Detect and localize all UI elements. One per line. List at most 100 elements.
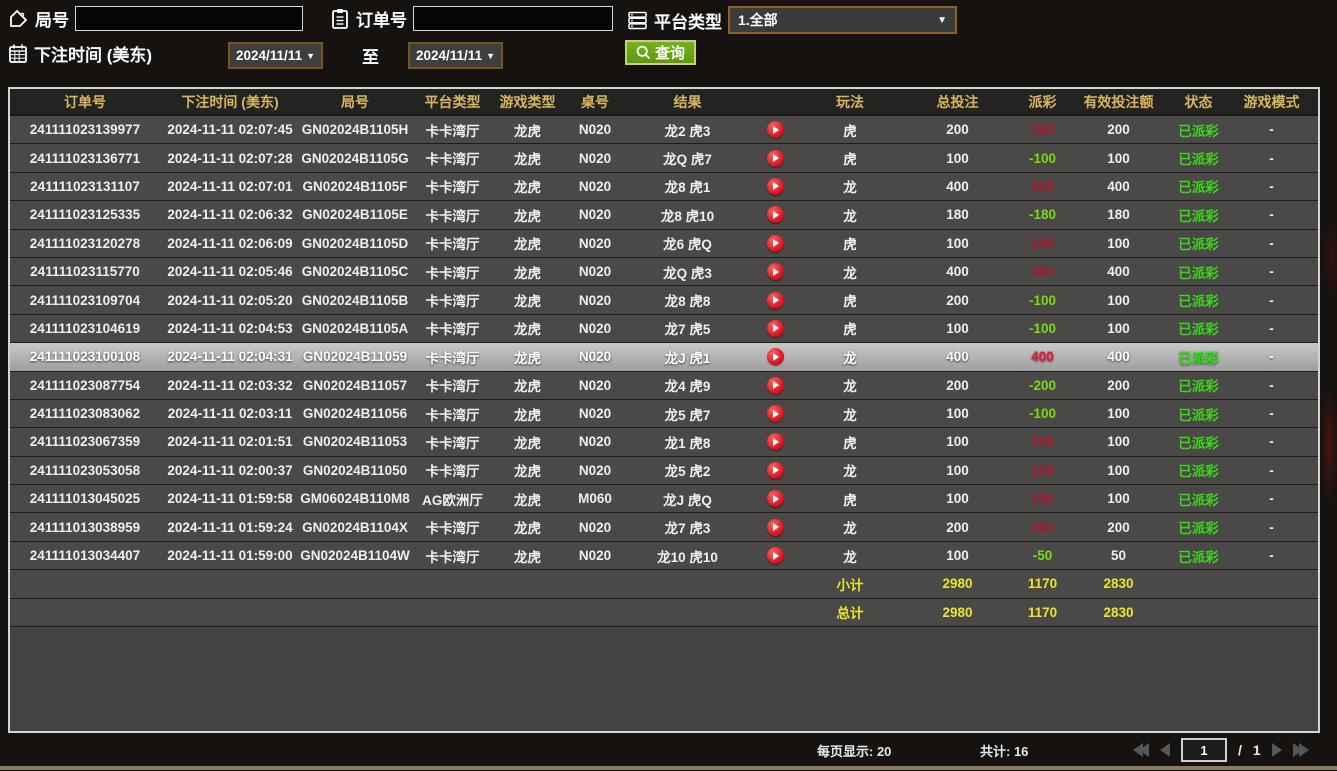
search-button[interactable]: 查询 (625, 40, 696, 65)
play-icon[interactable] (767, 348, 784, 365)
play-button[interactable] (745, 485, 805, 512)
table-row[interactable]: 2411110230530582024-11-11 02:00:37GN0202… (10, 457, 1318, 485)
valid-bet: 100 (1065, 230, 1172, 257)
page-total: 1 (1253, 742, 1261, 758)
page-number-input[interactable] (1181, 738, 1227, 762)
game-mode: - (1225, 343, 1318, 370)
play-icon[interactable] (767, 490, 784, 507)
table-row[interactable]: 2411110130344072024-11-11 01:59:00GN0202… (10, 542, 1318, 570)
play-icon[interactable] (767, 235, 784, 252)
play-button[interactable] (745, 116, 805, 143)
order-id: 241111023104619 (10, 315, 160, 342)
table-row[interactable]: 2411110231367712024-11-11 02:07:28GN0202… (10, 144, 1318, 172)
round-id: GN02024B11057 (300, 372, 410, 399)
round-id: GN02024B1105B (300, 286, 410, 313)
play-button[interactable] (745, 343, 805, 370)
table-row[interactable]: 2411110231311072024-11-11 02:07:01GN0202… (10, 173, 1318, 201)
payout: 400 (1020, 258, 1065, 285)
result: 龙Q 虎3 (630, 258, 745, 285)
table-row[interactable]: 2411110231253352024-11-11 02:06:32GN0202… (10, 201, 1318, 229)
result: 龙J 虎1 (630, 343, 745, 370)
table-row[interactable]: 2411110231399772024-11-11 02:07:45GN0202… (10, 116, 1318, 144)
game-mode: - (1225, 286, 1318, 313)
play-icon[interactable] (767, 263, 784, 280)
table-row[interactable]: 2411110130389592024-11-11 01:59:24GN0202… (10, 513, 1318, 541)
order-id: 241111023067359 (10, 428, 160, 455)
game-type: 龙虎 (495, 144, 560, 171)
play-icon[interactable] (767, 547, 784, 564)
play-icon[interactable] (767, 150, 784, 167)
bet-time: 2024-11-11 02:01:51 (160, 428, 300, 455)
empty-cell (560, 570, 630, 597)
table-row[interactable]: 2411110231001082024-11-11 02:04:31GN0202… (10, 343, 1318, 371)
right-arrow-icon (1272, 743, 1282, 757)
empty-cell (745, 570, 805, 597)
valid-bet: 100 (1065, 144, 1172, 171)
date-from-picker[interactable]: 2024/11/11 ▼ (228, 42, 323, 69)
play-icon[interactable] (767, 405, 784, 422)
round-input[interactable] (75, 6, 303, 31)
play-button[interactable] (745, 315, 805, 342)
result: 龙8 虎8 (630, 286, 745, 313)
play-icon[interactable] (767, 121, 784, 138)
play-button[interactable] (745, 286, 805, 313)
platform-type: 卡卡湾厅 (410, 513, 495, 540)
payout: 100 (1020, 428, 1065, 455)
table-number: N020 (560, 258, 630, 285)
order-input[interactable] (413, 6, 613, 31)
game-mode: - (1225, 258, 1318, 285)
play-button[interactable] (745, 258, 805, 285)
next-page-button[interactable] (1272, 743, 1282, 757)
play-icon[interactable] (767, 320, 784, 337)
total-bet: 200 (895, 286, 1020, 313)
play-icon[interactable] (767, 519, 784, 536)
play-button[interactable] (745, 542, 805, 569)
play-button[interactable] (745, 201, 805, 228)
game-type: 龙虎 (495, 201, 560, 228)
play-icon[interactable] (767, 178, 784, 195)
table-row[interactable]: 2411110231097042024-11-11 02:05:20GN0202… (10, 286, 1318, 314)
play-button[interactable] (745, 428, 805, 455)
play-button[interactable] (745, 457, 805, 484)
platform-type: 卡卡湾厅 (410, 400, 495, 427)
prev-page-button[interactable] (1160, 743, 1170, 757)
table-row[interactable]: 2411110231202782024-11-11 02:06:09GN0202… (10, 230, 1318, 258)
payout: -200 (1020, 372, 1065, 399)
play-button[interactable] (745, 400, 805, 427)
result: 龙4 虎9 (630, 372, 745, 399)
summary-payout: 1170 (1020, 599, 1065, 626)
platform-select[interactable]: 1.全部 ▼ (728, 6, 957, 34)
round-id: GN02024B11050 (300, 457, 410, 484)
play-icon[interactable] (767, 433, 784, 450)
table-row[interactable]: 2411110230830622024-11-11 02:03:11GN0202… (10, 400, 1318, 428)
play-button[interactable] (745, 513, 805, 540)
table-row[interactable]: 2411110231046192024-11-11 02:04:53GN0202… (10, 315, 1318, 343)
empty-cell (1172, 570, 1225, 597)
total-bet: 100 (895, 542, 1020, 569)
table-row[interactable]: 2411110230673592024-11-11 02:01:51GN0202… (10, 428, 1318, 456)
play-icon[interactable] (767, 377, 784, 394)
game-type-header: 游戏类型 (495, 89, 560, 114)
table-row[interactable]: 2411110230877542024-11-11 02:03:32GN0202… (10, 372, 1318, 400)
play-button[interactable] (745, 230, 805, 257)
game-type: 龙虎 (495, 428, 560, 455)
play-button[interactable] (745, 173, 805, 200)
play-icon[interactable] (767, 292, 784, 309)
valid-bet: 400 (1065, 343, 1172, 370)
table-number: N020 (560, 343, 630, 370)
date-to-picker[interactable]: 2024/11/11 ▼ (408, 42, 503, 69)
play-icon[interactable] (767, 206, 784, 223)
status: 已派彩 (1172, 258, 1225, 285)
play-icon[interactable] (767, 462, 784, 479)
play-button[interactable] (745, 144, 805, 171)
table-row[interactable]: 2411110130450252024-11-11 01:59:58GM0602… (10, 485, 1318, 513)
first-page-button[interactable] (1133, 743, 1149, 757)
play-button[interactable] (745, 372, 805, 399)
payout: 100 (1020, 457, 1065, 484)
result: 龙10 虎10 (630, 542, 745, 569)
bet-time: 2024-11-11 02:04:53 (160, 315, 300, 342)
table-row[interactable]: 2411110231157702024-11-11 02:05:46GN0202… (10, 258, 1318, 286)
record-count-label: 共计: 16 (980, 741, 1028, 760)
status: 已派彩 (1172, 116, 1225, 143)
last-page-button[interactable] (1293, 743, 1309, 757)
